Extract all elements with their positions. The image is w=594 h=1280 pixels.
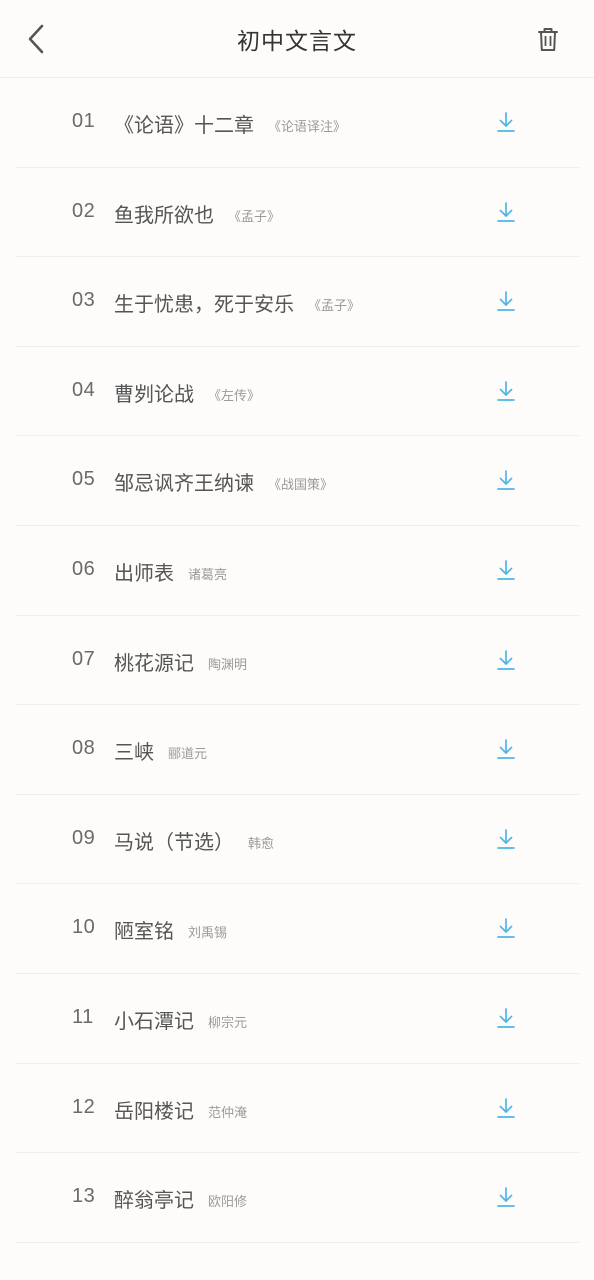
download-icon <box>497 1097 515 1118</box>
download-icon <box>497 291 515 312</box>
lesson-author: 欧阳修 <box>208 1195 248 1211</box>
lesson-title-group: 醉翁亭记 欧阳修 <box>114 1184 247 1213</box>
download-icon <box>497 918 515 939</box>
download-icon <box>497 828 515 849</box>
list-item[interactable]: 02 鱼我所欲也 《孟子》 <box>16 168 579 258</box>
lesson-author: 刘禹锡 <box>188 926 228 942</box>
download-button[interactable] <box>496 111 516 133</box>
download-icon <box>497 380 515 401</box>
lesson-author: 范仲淹 <box>208 1105 248 1121</box>
lesson-title-group: 三峡 郦道元 <box>114 736 207 765</box>
lesson-title: 醉翁亭记 <box>114 1188 194 1213</box>
lesson-title-group: 马说（节选） 韩愈 <box>114 826 274 855</box>
lesson-title: 曹刿论战 <box>114 381 194 406</box>
lesson-number: 07 <box>72 647 96 670</box>
lesson-number: 05 <box>72 468 96 491</box>
download-icon <box>497 201 515 222</box>
download-button[interactable] <box>496 201 516 223</box>
lesson-number: 02 <box>72 199 96 222</box>
download-icon <box>497 560 515 580</box>
lesson-number: 04 <box>72 378 96 401</box>
lesson-author: 诸葛亮 <box>188 567 228 583</box>
lesson-title-group: 鱼我所欲也 《孟子》 <box>114 199 280 228</box>
lesson-title: 邹忌讽齐王纳谏 <box>114 471 254 496</box>
download-icon <box>497 1187 515 1207</box>
download-button[interactable] <box>496 290 516 312</box>
lesson-author: 《论语译注》 <box>268 120 347 135</box>
lesson-title: 《论语》十二章 <box>114 113 254 137</box>
download-button[interactable] <box>496 917 516 939</box>
lesson-title: 桃花源记 <box>114 650 194 675</box>
list-item[interactable]: 07 桃花源记 陶渊明 <box>16 616 579 706</box>
lesson-author: 《战国策》 <box>268 478 334 494</box>
lesson-number: 03 <box>72 289 96 312</box>
trash-icon <box>538 28 558 51</box>
lesson-author: 柳宗元 <box>208 1015 248 1031</box>
lesson-title-group: 小石潭记 柳宗元 <box>114 1005 247 1034</box>
lesson-title-group: 岳阳楼记 范仲淹 <box>114 1095 247 1124</box>
page-title: 初中文言文 <box>237 29 357 55</box>
app-header: 初中文言文 <box>0 0 594 78</box>
lesson-title: 陋室铭 <box>114 919 174 944</box>
list-item[interactable]: 11 小石潭记 柳宗元 <box>16 974 579 1064</box>
lesson-title: 三峡 <box>114 740 154 765</box>
download-icon <box>497 112 515 132</box>
lesson-author: 《孟子》 <box>308 299 361 315</box>
lesson-author: 韩愈 <box>248 836 275 852</box>
lesson-author: 郦道元 <box>168 747 208 763</box>
lesson-title-group: 曹刿论战 《左传》 <box>114 378 260 407</box>
lesson-title-group: 邹忌讽齐王纳谏 《战国策》 <box>114 467 333 496</box>
lesson-number: 01 <box>72 110 96 132</box>
list-item[interactable]: 12 岳阳楼记 范仲淹 <box>16 1064 579 1154</box>
download-button[interactable] <box>496 649 516 671</box>
download-button[interactable] <box>496 559 516 581</box>
lesson-author: 《左传》 <box>208 388 261 404</box>
download-button[interactable] <box>496 738 516 760</box>
lesson-title-group: 出师表 诸葛亮 <box>114 557 227 586</box>
download-icon <box>497 1008 515 1028</box>
list-item[interactable]: 06 出师表 诸葛亮 <box>16 526 579 616</box>
list-item[interactable]: 09 马说（节选） 韩愈 <box>16 795 579 885</box>
list-item[interactable]: 10 陋室铭 刘禹锡 <box>16 884 579 974</box>
lesson-title: 马说（节选） <box>114 829 234 854</box>
download-button[interactable] <box>496 1186 516 1208</box>
lesson-number: 08 <box>72 737 96 760</box>
list-item[interactable]: 01 《论语》十二章 《论语译注》 <box>16 78 579 168</box>
list-item[interactable]: 03 生于忧患，死于安乐 《孟子》 <box>16 257 579 347</box>
download-button[interactable] <box>496 1097 516 1119</box>
download-icon <box>497 470 515 491</box>
delete-button[interactable] <box>532 24 564 56</box>
download-button[interactable] <box>496 469 516 491</box>
lesson-number: 11 <box>72 1005 94 1028</box>
lesson-title: 生于忧患，死于安乐 <box>114 292 294 317</box>
lesson-title-group: 《论语》十二章 《论语译注》 <box>114 109 346 138</box>
lesson-title: 小石潭记 <box>114 1008 194 1033</box>
lesson-title: 鱼我所欲也 <box>114 202 214 227</box>
lesson-author: 陶渊明 <box>208 657 248 673</box>
lesson-number: 10 <box>72 916 96 939</box>
list-item[interactable]: 13 醉翁亭记 欧阳修 <box>16 1153 579 1243</box>
list-item[interactable]: 05 邹忌讽齐王纳谏 《战国策》 <box>16 436 579 526</box>
lesson-title: 出师表 <box>114 560 174 585</box>
lesson-number: 06 <box>72 557 96 580</box>
lesson-number: 09 <box>72 826 96 849</box>
list-item[interactable]: 04 曹刿论战 《左传》 <box>16 347 579 437</box>
download-icon <box>497 649 515 670</box>
lesson-number: 12 <box>72 1095 96 1118</box>
lesson-number: 13 <box>72 1185 96 1208</box>
lesson-author: 《孟子》 <box>228 209 281 225</box>
download-button[interactable] <box>496 1007 516 1029</box>
lesson-title-group: 生于忧患，死于安乐 《孟子》 <box>114 288 360 317</box>
download-button[interactable] <box>496 380 516 402</box>
lesson-title-group: 陋室铭 刘禹锡 <box>114 915 227 944</box>
list-item[interactable]: 08 三峡 郦道元 <box>16 705 579 795</box>
lesson-title: 岳阳楼记 <box>114 1098 194 1123</box>
lesson-title-group: 桃花源记 陶渊明 <box>114 647 247 676</box>
lesson-list: 01 《论语》十二章 《论语译注》 02 鱼我所欲也 《孟子》 03 生于忧患，死于安乐 《孟子… <box>0 78 594 1243</box>
download-icon <box>497 739 515 760</box>
download-button[interactable] <box>496 828 516 850</box>
